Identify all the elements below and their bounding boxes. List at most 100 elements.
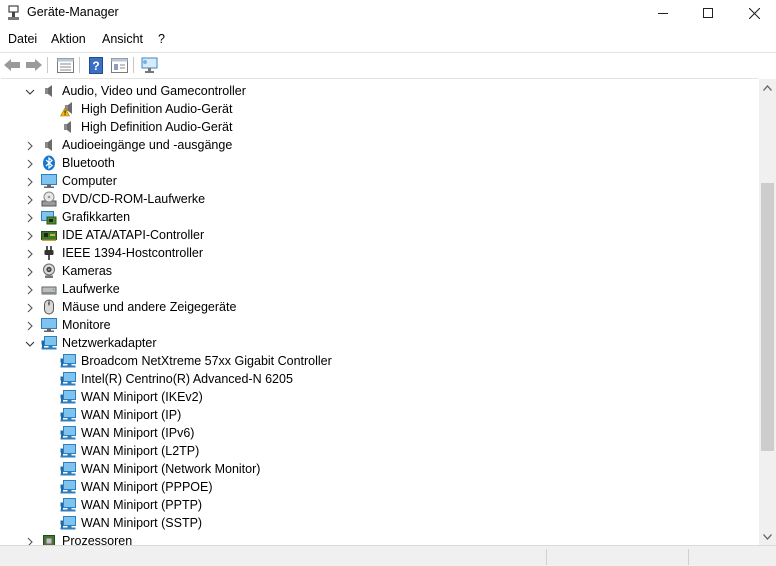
tree-device[interactable]: WAN Miniport (IP) <box>1 406 758 424</box>
chevron-down-icon[interactable] <box>25 338 35 348</box>
help-button[interactable]: ? <box>86 55 106 75</box>
status-panel <box>546 549 547 565</box>
chevron-down-icon[interactable] <box>25 86 35 96</box>
tree-item-label: Bluetooth <box>62 156 115 170</box>
menu-ansicht[interactable]: Ansicht <box>102 32 143 46</box>
device-tree[interactable]: Audio, Video und Gamecontroller High Defi… <box>1 78 758 545</box>
chevron-right-icon[interactable] <box>25 176 35 187</box>
tree-device[interactable]: High Definition Audio-Gerät <box>1 118 758 136</box>
tree-category[interactable]: Grafikkarten <box>1 208 758 226</box>
tree-item-label: DVD/CD-ROM-Laufwerke <box>62 192 206 206</box>
chevron-right-icon[interactable] <box>25 284 35 295</box>
tree-item-label: IEEE 1394-Hostcontroller <box>62 246 204 260</box>
title-bar: Geräte-Manager <box>0 0 776 26</box>
network-adapter-icon <box>60 461 76 477</box>
tree-device[interactable]: WAN Miniport (IPv6) <box>1 424 758 442</box>
tree-category[interactable]: IDE ATA/ATAPI-Controller <box>1 226 758 244</box>
tree-category[interactable]: Laufwerke <box>1 280 758 298</box>
tree-item-label: High Definition Audio-Gerät <box>81 102 233 116</box>
display-adapter-icon <box>41 209 57 225</box>
close-icon <box>748 7 760 19</box>
tree-device[interactable]: WAN Miniport (IKEv2) <box>1 388 758 406</box>
help-icon: ? <box>89 56 103 74</box>
chevron-right-icon[interactable] <box>25 158 35 169</box>
tree-category[interactable]: Kameras <box>1 262 758 280</box>
toolbar-separator <box>79 57 80 73</box>
chevron-right-icon[interactable] <box>25 248 35 259</box>
chevron-right-icon[interactable] <box>25 140 35 151</box>
show-hide-tree-button[interactable] <box>55 55 75 75</box>
disk-drive-icon <box>41 281 57 297</box>
tree-category[interactable]: Netzwerkadapter <box>1 334 758 352</box>
network-adapter-icon <box>60 515 76 531</box>
window-title: Geräte-Manager <box>27 5 119 19</box>
chevron-right-icon[interactable] <box>25 266 35 277</box>
chevron-right-icon[interactable] <box>25 536 35 545</box>
chevron-right-icon[interactable] <box>25 194 35 205</box>
tree-category[interactable]: Audioeingänge und -ausgänge <box>1 136 758 154</box>
mouse-icon <box>41 299 57 315</box>
forward-arrow-icon <box>26 59 42 71</box>
back-button[interactable] <box>2 55 22 75</box>
tree-device[interactable]: WAN Miniport (PPPOE) <box>1 478 758 496</box>
chevron-right-icon[interactable] <box>25 230 35 241</box>
properties-icon <box>56 57 74 73</box>
tree-category[interactable]: Audio, Video und Gamecontroller <box>1 82 758 100</box>
maximize-icon <box>703 8 713 18</box>
tree-item-label: High Definition Audio-Gerät <box>81 120 233 134</box>
minimize-button[interactable] <box>640 0 686 26</box>
network-adapter-icon <box>60 425 76 441</box>
network-adapter-icon <box>60 389 76 405</box>
tree-category[interactable]: DVD/CD-ROM-Laufwerke <box>1 190 758 208</box>
network-adapter-icon <box>41 335 57 351</box>
scroll-up-button[interactable] <box>759 79 776 96</box>
tree-device[interactable]: WAN Miniport (SSTP) <box>1 514 758 532</box>
tree-category[interactable]: Prozessoren <box>1 532 758 545</box>
tree-category[interactable]: Computer <box>1 172 758 190</box>
tree-item-label: WAN Miniport (PPPOE) <box>81 480 213 494</box>
tree-device[interactable]: Broadcom NetXtreme 57xx Gigabit Controll… <box>1 352 758 370</box>
network-adapter-icon <box>60 497 76 513</box>
forward-button[interactable] <box>24 55 44 75</box>
tree-item-label: Intel(R) Centrino(R) Advanced-N 6205 <box>81 372 293 386</box>
speaker-icon <box>41 83 57 99</box>
chevron-up-icon <box>763 84 772 91</box>
scroll-down-button[interactable] <box>759 528 776 545</box>
tree-category[interactable]: Bluetooth <box>1 154 758 172</box>
details-icon <box>110 57 128 73</box>
menu-help[interactable]: ? <box>158 32 165 46</box>
tree-device[interactable]: WAN Miniport (Network Monitor) <box>1 460 758 478</box>
status-bar <box>0 545 776 566</box>
chevron-down-icon <box>763 533 772 540</box>
menu-bar: Datei Aktion Ansicht ? <box>0 28 776 50</box>
bluetooth-icon <box>41 155 57 171</box>
ide-controller-icon <box>41 227 57 243</box>
chevron-right-icon[interactable] <box>25 212 35 223</box>
network-adapter-icon <box>60 479 76 495</box>
disc-drive-icon <box>41 191 57 207</box>
details-button[interactable] <box>109 55 129 75</box>
tree-device[interactable]: High Definition Audio-Gerät <box>1 100 758 118</box>
chevron-right-icon[interactable] <box>25 302 35 313</box>
tree-item-label: WAN Miniport (IP) <box>81 408 182 422</box>
maximize-button[interactable] <box>685 0 731 26</box>
tree-device[interactable]: Intel(R) Centrino(R) Advanced-N 6205 <box>1 370 758 388</box>
tree-category[interactable]: Monitore <box>1 316 758 334</box>
menu-datei[interactable]: Datei <box>8 32 37 46</box>
chevron-right-icon[interactable] <box>25 320 35 331</box>
vertical-scrollbar[interactable] <box>759 79 776 545</box>
scan-hardware-button[interactable] <box>140 55 160 75</box>
menu-aktion[interactable]: Aktion <box>51 32 86 46</box>
scrollbar-thumb[interactable] <box>761 183 774 451</box>
network-adapter-icon <box>60 353 76 369</box>
tree-device[interactable]: WAN Miniport (PPTP) <box>1 496 758 514</box>
toolbar-separator <box>47 57 48 73</box>
tree-category[interactable]: IEEE 1394-Hostcontroller <box>1 244 758 262</box>
back-arrow-icon <box>4 59 20 71</box>
close-button[interactable] <box>731 0 776 26</box>
speaker-icon <box>60 119 76 135</box>
tree-category[interactable]: Mäuse und andere Zeigegeräte <box>1 298 758 316</box>
tree-device[interactable]: WAN Miniport (L2TP) <box>1 442 758 460</box>
toolbar: ? <box>0 52 776 76</box>
tree-item-label: Monitore <box>62 318 111 332</box>
